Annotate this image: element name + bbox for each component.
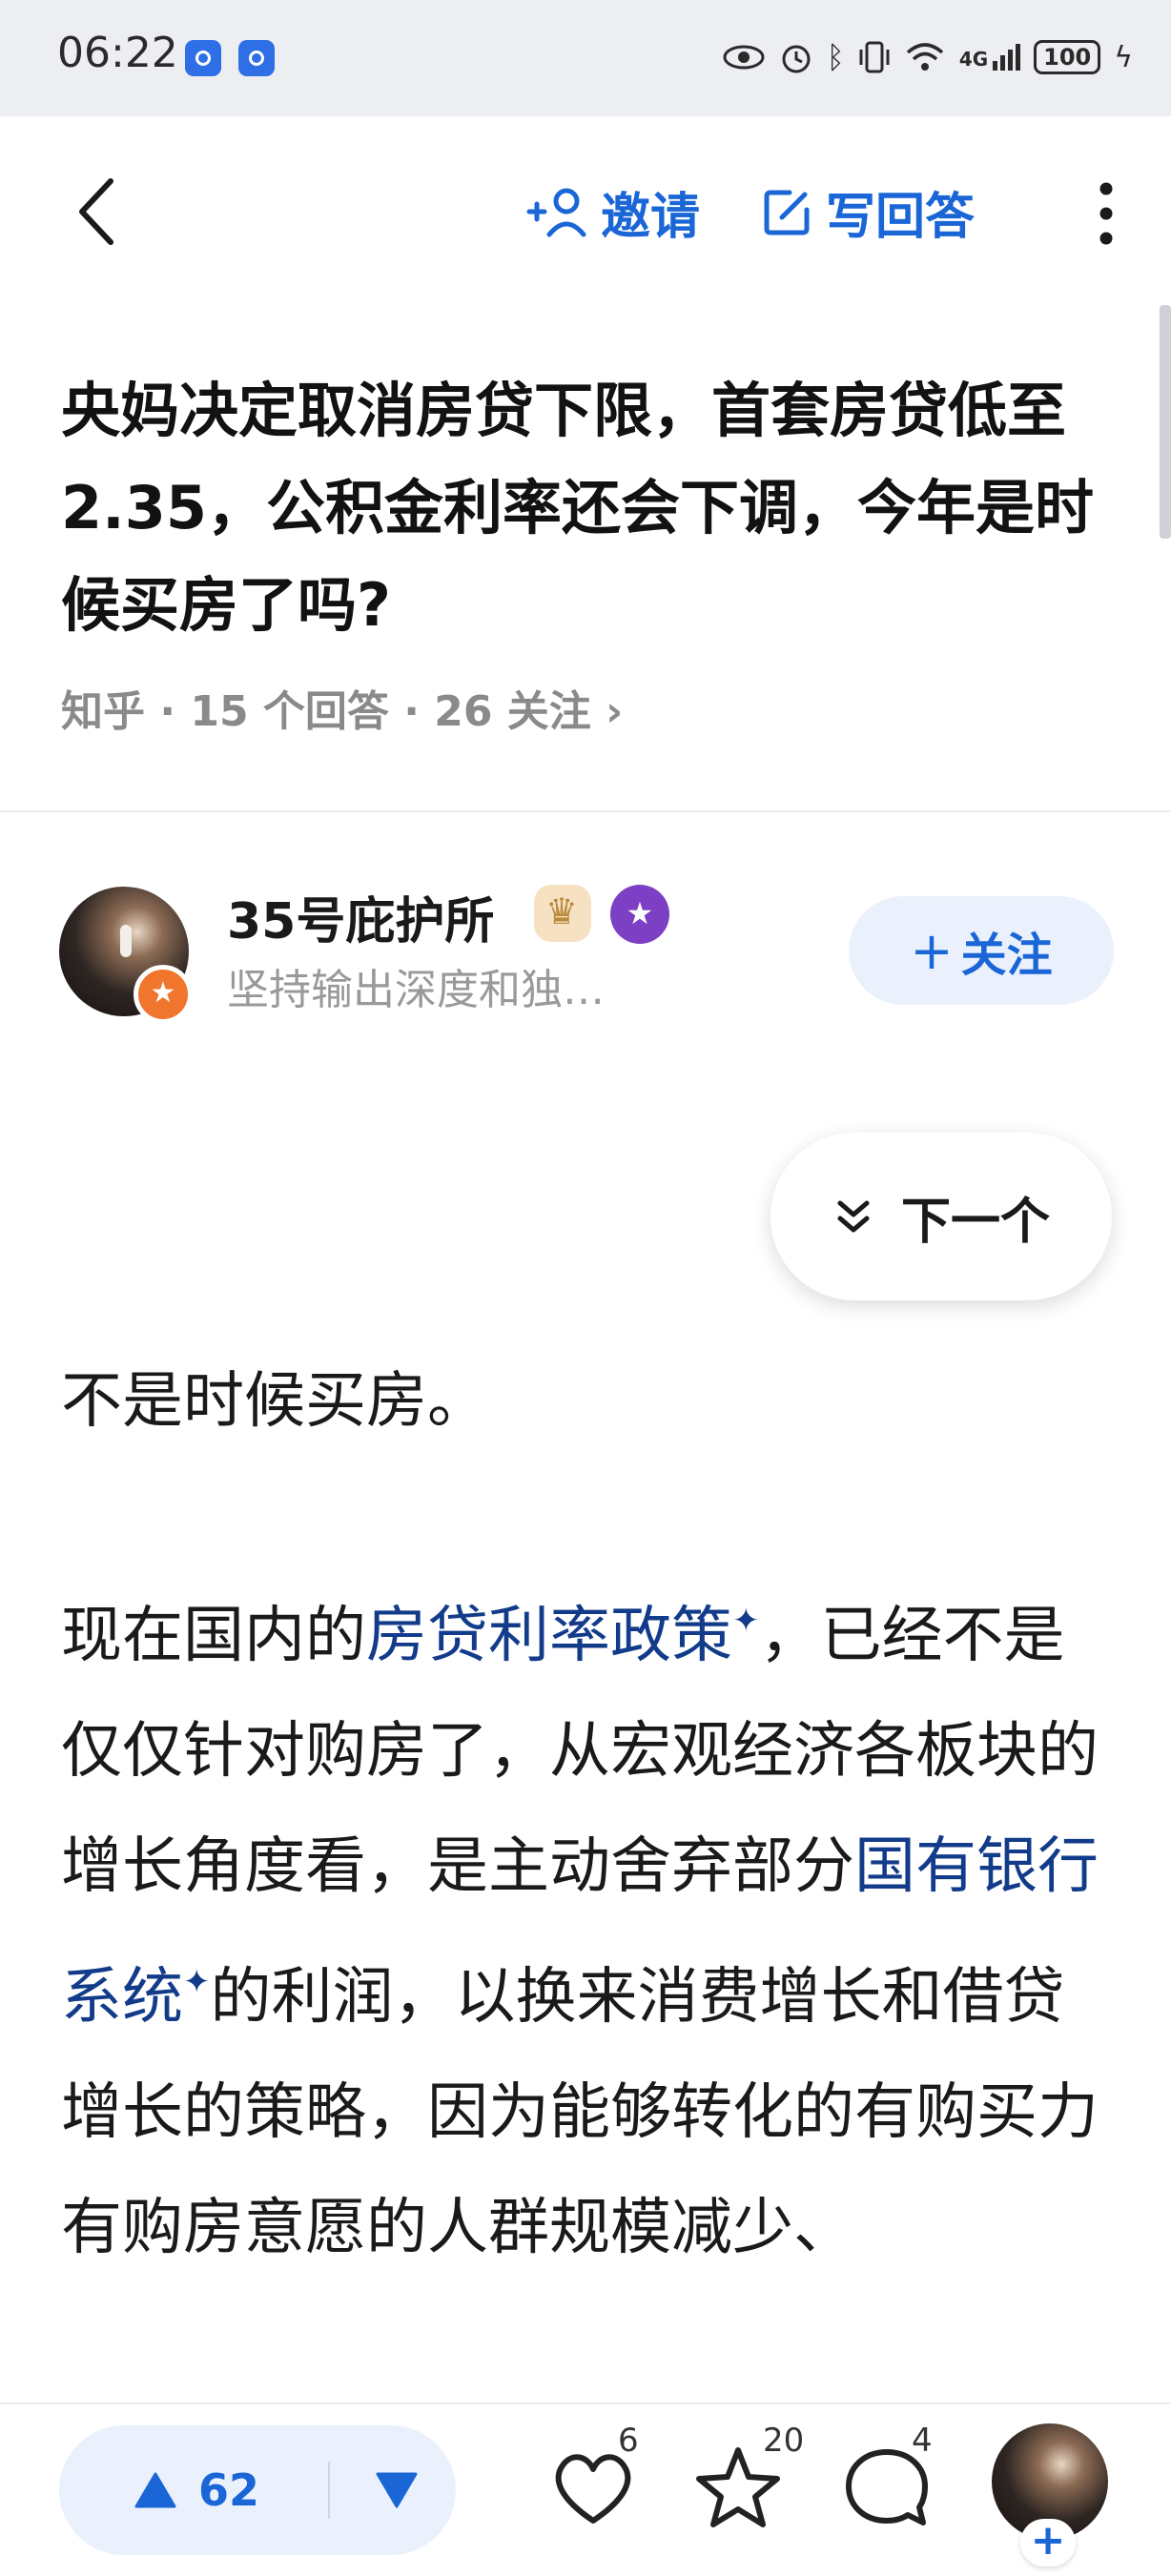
favorite-count: 20 bbox=[763, 2422, 805, 2460]
follow-button[interactable]: + 关注 bbox=[849, 896, 1114, 1005]
battery-icon: 100 bbox=[1034, 40, 1101, 74]
top-nav-bar: 邀请 写回答 bbox=[0, 116, 1171, 307]
vibrate-icon bbox=[859, 41, 890, 73]
write-answer-button[interactable]: 写回答 bbox=[761, 181, 975, 246]
next-label: 下一个 bbox=[900, 1193, 1050, 1251]
author-bio: 坚持输出深度和独… bbox=[227, 966, 605, 1014]
answer-text: 的利润，以换来消费增长和借贷增长的策略，因为能够转化的有购买力有购房意愿的人群规… bbox=[61, 1962, 1099, 2263]
plus-icon: + bbox=[910, 920, 954, 981]
back-arrow-icon[interactable] bbox=[69, 174, 126, 250]
crown-badge-icon[interactable] bbox=[534, 885, 591, 942]
scrollbar[interactable] bbox=[1160, 305, 1171, 539]
next-answer-button[interactable]: 下一个 bbox=[770, 1133, 1112, 1300]
author-name[interactable]: 35号庇护所 bbox=[227, 881, 494, 952]
wifi-icon bbox=[906, 43, 944, 71]
sparkle-icon: ✦ bbox=[732, 1602, 760, 1640]
link-mortgage-rate-policy[interactable]: 房贷利率政策 bbox=[366, 1601, 732, 1671]
write-answer-label: 写回答 bbox=[826, 188, 976, 246]
upvote-triangle-icon bbox=[134, 2472, 176, 2508]
question-meta[interactable]: 知乎 · 15 个回答 · 26 关注 › bbox=[61, 677, 623, 738]
vote-separator bbox=[328, 2462, 330, 2519]
voice-notification-icon bbox=[238, 40, 275, 76]
comment-count: 4 bbox=[912, 2422, 933, 2460]
edit-icon bbox=[764, 190, 810, 235]
like-count: 6 bbox=[618, 2422, 639, 2460]
divider bbox=[0, 810, 1171, 812]
upvote-count: 62 bbox=[198, 2464, 260, 2516]
invite-label: 邀请 bbox=[601, 188, 701, 246]
more-options-icon[interactable] bbox=[1087, 179, 1125, 248]
alarm-icon bbox=[782, 45, 811, 73]
answer-text: 现在国内的 bbox=[61, 1601, 366, 1671]
invite-button[interactable]: 邀请 bbox=[526, 181, 700, 246]
double-chevron-down-icon bbox=[837, 1200, 870, 1233]
question-title[interactable]: 央妈决定取消房贷下限，首套房贷低至2.35，公积金利率还会下调，今年是时候买房了… bbox=[61, 362, 1120, 654]
follow-label: 关注 bbox=[960, 929, 1053, 982]
sparkle-icon: ✦ bbox=[183, 1963, 211, 2001]
status-time: 06:22 bbox=[57, 29, 178, 77]
status-icons: ᛒ 4G 100 ϟ bbox=[722, 31, 1133, 84]
status-bar: 06:22 ᛒ 4G 100 ϟ bbox=[0, 0, 1171, 116]
add-user-icon bbox=[526, 188, 586, 237]
achievement-badge-icon[interactable]: ★ bbox=[610, 885, 669, 944]
network-type: 4G bbox=[958, 48, 989, 71]
bottom-action-bar: 62 6 20 4 + bbox=[0, 2402, 1171, 2576]
bluetooth-icon: ᛒ bbox=[826, 39, 845, 75]
upvote-button[interactable]: 62 bbox=[134, 2454, 259, 2526]
downvote-button[interactable] bbox=[360, 2454, 433, 2526]
star-badge-icon: ★ bbox=[134, 965, 193, 1024]
signal-icon: 4G bbox=[958, 44, 1021, 71]
downvote-triangle-icon bbox=[376, 2472, 418, 2508]
plus-icon[interactable]: + bbox=[1020, 2519, 1076, 2566]
eye-icon bbox=[723, 45, 765, 70]
answer-paragraph-2: 现在国内的房贷利率政策✦，已经不是仅仅针对购房了，从宏观经济各板块的增长角度看，… bbox=[61, 1564, 1120, 2286]
app-notification-icon bbox=[185, 40, 221, 76]
answer-paragraph-1: 不是时候买房。 bbox=[61, 1366, 488, 1437]
charging-icon: ϟ bbox=[1114, 40, 1133, 74]
